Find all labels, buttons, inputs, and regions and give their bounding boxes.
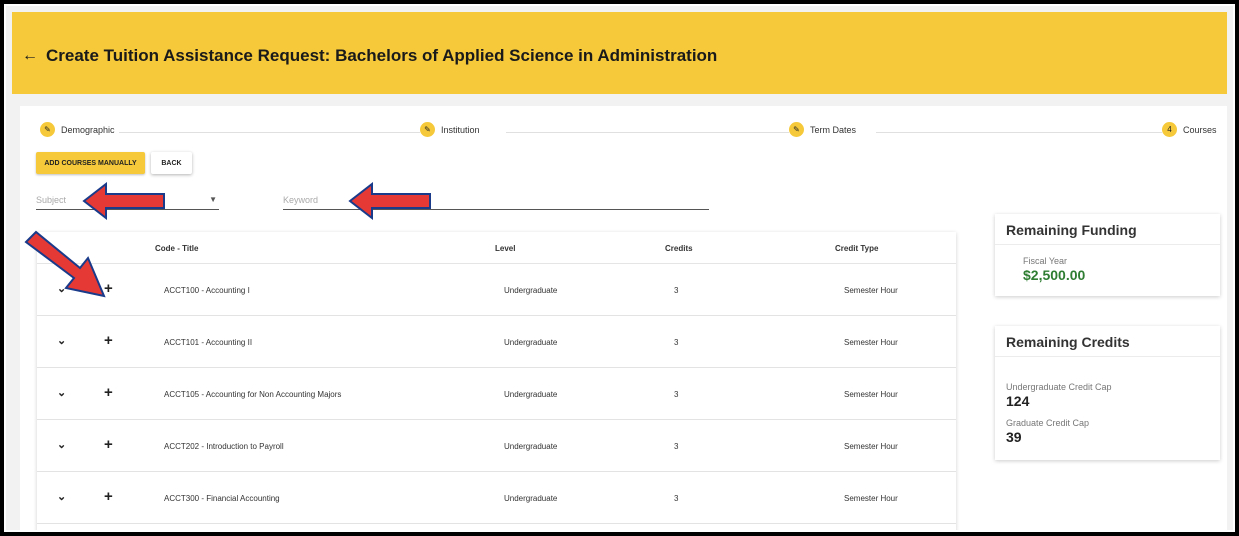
course-level: Undergraduate (504, 442, 558, 451)
course-code-title: ACCT101 - Accounting II (164, 338, 253, 347)
plus-icon[interactable]: + (104, 488, 113, 505)
remaining-funding-card: Remaining Funding Fiscal Year $2,500.00 (995, 214, 1220, 296)
plus-icon[interactable]: + (104, 384, 113, 401)
course-code-title: ACCT300 - Financial Accounting (164, 494, 280, 503)
undergrad-cap-value: 124 (1006, 393, 1030, 409)
page-header: ← Create Tuition Assistance Request: Bac… (12, 12, 1227, 94)
table-row: ⌄ + ACCT300 - Financial Accounting Under… (37, 472, 956, 524)
step-connector (116, 132, 426, 133)
plus-icon[interactable]: + (104, 332, 113, 349)
course-level: Undergraduate (504, 338, 558, 347)
course-credits: 3 (674, 494, 679, 503)
funding-amount: $2,500.00 (1023, 267, 1086, 283)
main-panel: ✎ Demographic ✎ Institution ✎ Term Dates… (20, 106, 1227, 530)
back-button[interactable]: BACK (151, 152, 192, 174)
column-header-code-title[interactable]: Code - Title (155, 244, 198, 253)
table-row: ⌄ + ACCT105 - Accounting for Non Account… (37, 368, 956, 420)
pencil-icon: ✎ (789, 122, 804, 137)
page-title-text: Create Tuition Assistance Request: Bache… (46, 46, 718, 65)
grad-cap-label: Graduate Credit Cap (1006, 418, 1090, 428)
pencil-icon: ✎ (420, 122, 435, 137)
course-level: Undergraduate (504, 494, 558, 503)
chevron-down-icon[interactable]: ⌄ (57, 386, 66, 399)
course-credit-type: Semester Hour (844, 286, 898, 295)
keyword-input[interactable]: Keyword (283, 190, 709, 210)
stepper: ✎ Demographic ✎ Institution ✎ Term Dates… (36, 122, 1221, 142)
step-label: Courses (1183, 124, 1217, 135)
add-courses-manually-button[interactable]: ADD COURSES MANUALLY (36, 152, 145, 174)
funding-title: Remaining Funding (1006, 222, 1137, 238)
column-header-level[interactable]: Level (495, 244, 515, 253)
grad-cap-value: 39 (1006, 429, 1022, 445)
table-row: ⌄ + ACCT101 - Accounting II Undergraduat… (37, 316, 956, 368)
credits-title: Remaining Credits (1006, 334, 1130, 350)
table-row: ⌄ + ACCT202 - Introduction to Payroll Un… (37, 420, 956, 472)
undergrad-cap-label: Undergraduate Credit Cap (1006, 382, 1112, 392)
step-label: Institution (441, 124, 480, 135)
course-credits: 3 (674, 286, 679, 295)
course-credits: 3 (674, 338, 679, 347)
course-credits: 3 (674, 442, 679, 451)
step-institution[interactable]: ✎ Institution (420, 122, 484, 137)
keyword-placeholder: Keyword (283, 194, 319, 205)
fiscal-year-label: Fiscal Year (1023, 256, 1068, 266)
arrow-left-icon[interactable]: ← (22, 47, 38, 65)
column-header-credit-type[interactable]: Credit Type (835, 244, 878, 253)
step-connector (876, 132, 1176, 133)
subject-placeholder: Subject (36, 194, 67, 205)
step-term-dates[interactable]: ✎ Term Dates (789, 122, 861, 137)
course-level: Undergraduate (504, 286, 558, 295)
annotation-arrow-expand (24, 230, 106, 298)
step-courses[interactable]: 4 Courses (1162, 122, 1221, 137)
chevron-down-icon[interactable]: ⌄ (57, 490, 66, 503)
table-row: ⌄ + ACCT100 - Accounting I Undergraduate… (37, 264, 956, 316)
step-demographic[interactable]: ✎ Demographic (40, 122, 119, 137)
course-credit-type: Semester Hour (844, 390, 898, 399)
page-title: ← Create Tuition Assistance Request: Bac… (22, 46, 717, 66)
course-code-title: ACCT100 - Accounting I (164, 286, 250, 295)
chevron-down-icon[interactable]: ⌄ (57, 334, 66, 347)
step-connector (506, 132, 806, 133)
step-label: Term Dates (810, 124, 857, 135)
divider (995, 244, 1220, 245)
step-number: 4 (1162, 122, 1177, 137)
courses-table: Code - Title Level Credits Credit Type ⌄… (37, 232, 956, 530)
course-credit-type: Semester Hour (844, 442, 898, 451)
course-code-title: ACCT105 - Accounting for Non Accounting … (164, 390, 342, 399)
step-label: Demographic (61, 124, 115, 135)
chevron-down-icon[interactable]: ⌄ (57, 438, 66, 451)
caret-down-icon: ▼ (209, 195, 217, 204)
course-level: Undergraduate (504, 390, 558, 399)
table-header: Code - Title Level Credits Credit Type (37, 232, 956, 264)
course-code-title: ACCT202 - Introduction to Payroll (164, 442, 284, 451)
plus-icon[interactable]: + (104, 436, 113, 453)
course-credit-type: Semester Hour (844, 494, 898, 503)
screenshot-frame: ← Create Tuition Assistance Request: Bac… (4, 4, 1235, 532)
course-credits: 3 (674, 390, 679, 399)
annotation-arrow-subject (82, 182, 165, 220)
column-header-credits[interactable]: Credits (665, 244, 693, 253)
annotation-arrow-keyword (348, 182, 431, 220)
remaining-credits-card: Remaining Credits Undergraduate Credit C… (995, 326, 1220, 460)
pencil-icon: ✎ (40, 122, 55, 137)
course-credit-type: Semester Hour (844, 338, 898, 347)
divider (995, 356, 1220, 357)
